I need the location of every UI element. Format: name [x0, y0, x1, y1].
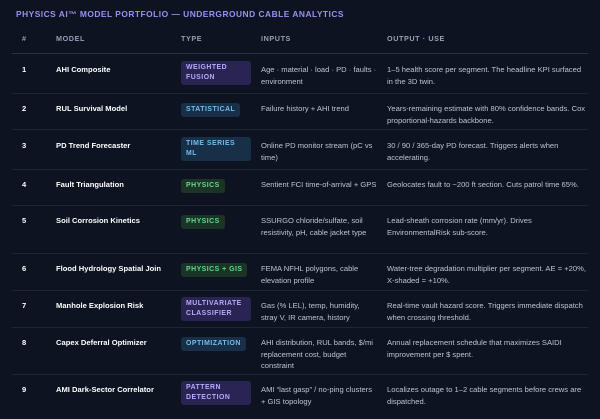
output-cell: Years-remaining estimate with 80% confid… [377, 93, 588, 130]
header-model: MODEL [46, 24, 171, 54]
table-row: 9 AMI Dark-Sector Correlator PATTERN DET… [12, 375, 588, 415]
inputs-cell: AHI distribution, RUL bands, $/mi replac… [251, 327, 377, 375]
row-number: 2 [12, 93, 46, 130]
row-number: 1 [12, 53, 46, 94]
inputs-cell: Age · material · load · PD · faults · en… [251, 53, 377, 94]
model-name: Capex Deferral Optimizer [46, 327, 171, 375]
type-badge: PATTERN DETECTION [181, 381, 251, 405]
output-cell: Lead-sheath corrosion rate (mm/yr). Driv… [377, 205, 588, 254]
page: { "title": "PHYSICS AI™ MODEL PORTFOLIO … [0, 0, 600, 419]
row-number: 8 [12, 327, 46, 375]
output-cell: Localizes outage to 1–2 cable segments b… [387, 385, 582, 406]
type-badge: PHYSICS [181, 179, 225, 193]
inputs-cell: AMI “last gasp” / no-ping clusters + GIS… [261, 385, 372, 406]
table-row: 1 AHI Composite WEIGHTED FUSION Age · ma… [12, 53, 588, 94]
type-badge: STATISTICAL [181, 103, 241, 117]
table-row: 5 Soil Corrosion Kinetics PHYSICS SSURGO… [12, 205, 588, 254]
inputs-cell: Online PD monitor stream (pC vs time) [251, 129, 377, 170]
output-cell: Real-time vault hazard score. Triggers i… [377, 290, 588, 328]
table-row: 6 Flood Hydrology Spatial Join PHYSICS +… [12, 253, 588, 291]
header-num: # [12, 24, 46, 54]
model-name: Flood Hydrology Spatial Join [46, 253, 171, 291]
model-name: AHI Composite [46, 53, 171, 94]
model-table: # MODEL TYPE INPUTS OUTPUT · USE 1 AHI C… [12, 24, 588, 415]
model-name: PD Trend Forecaster [46, 129, 171, 170]
row-number: 3 [12, 129, 46, 170]
row-number: 6 [12, 253, 46, 291]
model-name: RUL Survival Model [46, 93, 171, 130]
header-inputs: INPUTS [251, 24, 377, 54]
type-badge: OPTIMIZATION [181, 337, 246, 351]
header-output: OUTPUT · USE [377, 24, 588, 54]
inputs-cell: SSURGO chloride/sulfate, soil resistivit… [251, 205, 377, 254]
row-number: 4 [12, 169, 46, 206]
model-name: AMI Dark-Sector Correlator [56, 385, 154, 394]
header-row: # MODEL TYPE INPUTS OUTPUT · USE [12, 24, 588, 54]
table-row: 4 Fault Triangulation PHYSICS Sentient F… [12, 169, 588, 206]
type-badge: PHYSICS [181, 215, 225, 229]
type-badge: MULTIVARIATE CLASSIFIER [181, 297, 251, 321]
type-badge: WEIGHTED FUSION [181, 61, 251, 85]
output-cell: 30 / 90 / 365-day PD forecast. Triggers … [377, 129, 588, 170]
type-badge: TIME SERIES ML [181, 137, 251, 161]
inputs-cell: Gas (% LEL), temp, humidity, stray V, IR… [251, 290, 377, 328]
row-number: 9 [22, 385, 27, 394]
output-cell: Annual replacement schedule that maximiz… [377, 327, 588, 375]
table-row: 2 RUL Survival Model STATISTICAL Failure… [12, 93, 588, 130]
inputs-cell: Failure history + AHI trend [251, 93, 377, 130]
row-number: 7 [12, 290, 46, 328]
model-name: Soil Corrosion Kinetics [46, 205, 171, 254]
page-title: PHYSICS AI™ MODEL PORTFOLIO — UNDERGROUN… [16, 9, 344, 19]
table-row: 8 Capex Deferral Optimizer OPTIMIZATION … [12, 327, 588, 375]
model-name: Manhole Explosion Risk [46, 290, 171, 328]
row-number: 5 [12, 205, 46, 254]
output-cell: 1–5 health score per segment. The headli… [377, 53, 588, 94]
table-row: 3 PD Trend Forecaster TIME SERIES ML Onl… [12, 129, 588, 170]
inputs-cell: Sentient FCI time-of-arrival + GPS [251, 169, 377, 206]
model-name: Fault Triangulation [46, 169, 171, 206]
output-cell: Geolocates fault to ~200 ft section. Cut… [377, 169, 588, 206]
inputs-cell: FEMA NFHL polygons, cable elevation prof… [251, 253, 377, 291]
header-type: TYPE [171, 24, 251, 54]
type-badge: PHYSICS + GIS [181, 263, 248, 277]
output-cell: Water-tree degradation multiplier per se… [377, 253, 588, 291]
table-row: 7 Manhole Explosion Risk MULTIVARIATE CL… [12, 290, 588, 328]
